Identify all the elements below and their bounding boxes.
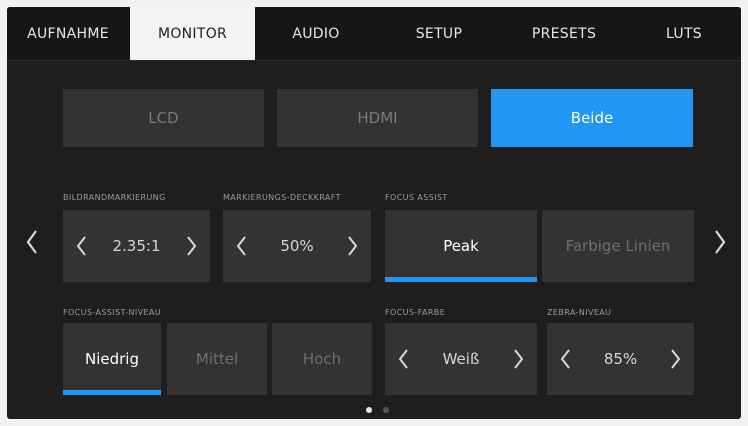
guide-opacity-value: 50% bbox=[280, 237, 314, 255]
chevron-left-icon[interactable] bbox=[397, 348, 409, 370]
frame-guides-value: 2.35:1 bbox=[112, 237, 161, 255]
output-lcd-button[interactable]: LCD bbox=[63, 89, 264, 147]
output-hdmi-button[interactable]: HDMI bbox=[277, 89, 478, 147]
chevron-right-icon[interactable] bbox=[670, 348, 682, 370]
chevron-right-icon[interactable] bbox=[513, 348, 525, 370]
page-indicator-dot[interactable] bbox=[383, 407, 389, 413]
zebra-level-value: 85% bbox=[603, 350, 638, 368]
chevron-left-icon[interactable] bbox=[25, 229, 39, 259]
focus-color-stepper: Weiß bbox=[385, 323, 537, 395]
menu-tab-bar: AUFNAHME MONITOR AUDIO SETUP PRESETS LUT… bbox=[7, 7, 741, 60]
tab-aufnahme[interactable]: AUFNAHME bbox=[7, 7, 129, 60]
tab-presets[interactable]: PRESETS bbox=[501, 7, 627, 60]
focus-assist-selected-indicator bbox=[385, 277, 537, 282]
focus-level-medium-button[interactable]: Mittel bbox=[167, 323, 267, 395]
tab-divider bbox=[7, 60, 741, 61]
chevron-right-icon[interactable] bbox=[186, 235, 198, 257]
focus-level-high-button[interactable]: Hoch bbox=[272, 323, 372, 395]
focus-level-selected-indicator bbox=[63, 390, 161, 395]
frame-guides-label: BILDRANDMARKIERUNG bbox=[63, 193, 166, 202]
zebra-level-stepper: 85% bbox=[547, 323, 694, 395]
zebra-level-label: ZEBRA-NIVEAU bbox=[547, 308, 612, 317]
guide-opacity-label: MARKIERUNGS-DECKKRAFT bbox=[223, 193, 341, 202]
page-indicator-dot-active[interactable] bbox=[366, 407, 372, 413]
monitor-settings-screen: AUFNAHME MONITOR AUDIO SETUP PRESETS LUT… bbox=[7, 7, 741, 419]
tab-setup[interactable]: SETUP bbox=[377, 7, 501, 60]
output-both-button[interactable]: Beide bbox=[491, 89, 693, 147]
focus-assist-peak-button[interactable]: Peak bbox=[385, 210, 537, 282]
chevron-left-icon[interactable] bbox=[559, 348, 571, 370]
frame-guides-stepper: 2.35:1 bbox=[63, 210, 210, 282]
focus-color-label: FOCUS-FARBE bbox=[385, 308, 446, 317]
focus-level-low-button[interactable]: Niedrig bbox=[63, 323, 161, 395]
tab-monitor[interactable]: MONITOR bbox=[130, 7, 255, 60]
focus-assist-label: FOCUS ASSIST bbox=[385, 193, 448, 202]
tab-audio[interactable]: AUDIO bbox=[255, 7, 377, 60]
chevron-left-icon[interactable] bbox=[235, 235, 247, 257]
focus-assist-level-label: FOCUS-ASSIST-NIVEAU bbox=[63, 308, 162, 317]
chevron-left-icon[interactable] bbox=[75, 235, 87, 257]
chevron-right-icon[interactable] bbox=[713, 229, 727, 259]
chevron-right-icon[interactable] bbox=[347, 235, 359, 257]
guide-opacity-stepper: 50% bbox=[223, 210, 371, 282]
tab-luts[interactable]: LUTS bbox=[627, 7, 741, 60]
focus-color-value: Weiß bbox=[442, 350, 480, 368]
focus-assist-colored-lines-button[interactable]: Farbige Linien bbox=[542, 210, 694, 282]
